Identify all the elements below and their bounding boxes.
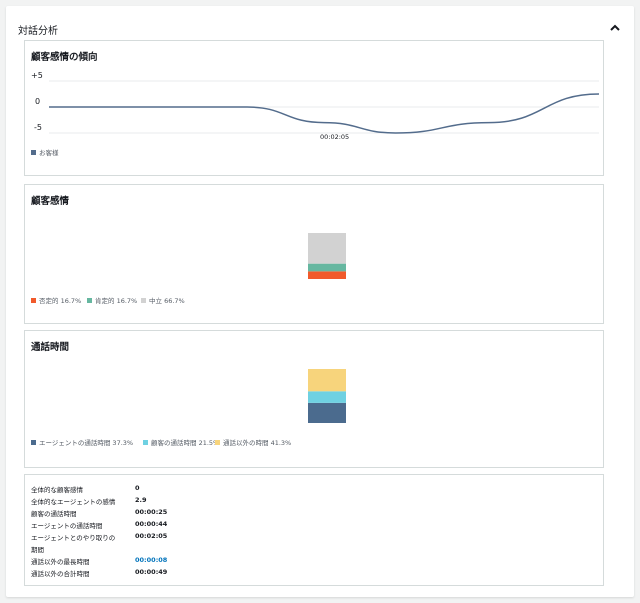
x-tick-label: 00:02:05 [320,133,350,141]
customer-sentiment-card: 顧客感情 否定的 16.7% 肯定的 16.7% 中立 66.7% [24,184,604,324]
legend-label: 通話以外の時間 41.3% [223,439,292,447]
legend-swatch [143,439,148,445]
legend-label: 肯定的 16.7% [95,297,138,305]
legend-item: エージェントの通話時間 37.3% [31,437,133,447]
legend-swatch [215,439,220,445]
summary-label: 通話以外の最長時間 [31,558,90,566]
summary-value: 2.9 [135,496,147,504]
summary-label: 顧客の通話時間 [31,510,77,518]
conversation-analysis-panel: 対話分析 顧客感情の傾向 +5 0 -5 00:02:05 お客様 顧客感情 否… [6,6,634,597]
summary-card: 全体的な顧客感情 0 全体的なエージェントの感情 2.9 顧客の通話時間 00:… [24,474,604,586]
summary-value: 00:00:44 [135,520,168,528]
bar-segment [308,263,346,272]
sentiment-trend-chart [49,80,600,134]
legend-label: 顧客の通話時間 21.5% [151,439,220,447]
legend-swatch [31,439,36,445]
summary-value: 00:00:25 [135,508,168,516]
legend-label: 中立 66.7% [149,297,185,305]
talk-time-card: 通話時間 エージェントの通話時間 37.3% 顧客の通話時間 21.5% 通話以… [24,330,604,468]
legend-item: 通話以外の時間 41.3% [215,437,291,447]
summary-label: 全体的なエージェントの感情 [31,498,116,506]
legend-swatch [31,297,36,303]
summary-label: 全体的な顧客感情 [31,486,83,494]
sentiment-trend-card: 顧客感情の傾向 +5 0 -5 00:02:05 お客様 [24,40,604,176]
summary-label: エージェントとのやり取りの [31,534,116,542]
bar-segment [308,271,346,279]
panel-header[interactable]: 対話分析 [18,18,622,38]
series-line-customer [49,93,600,134]
legend-item: お客様 [31,147,59,157]
summary-value: 0 [135,484,140,492]
legend-swatch [141,297,146,303]
summary-value: 00:02:05 [135,532,168,540]
legend-item: 否定的 16.7% [31,295,81,305]
bar-segment [308,233,346,264]
summary-label-continued: 期間 [31,546,44,554]
summary-label: 通話以外の合計時間 [31,570,90,578]
longest-non-talk-time-link[interactable]: 00:00:08 [135,556,167,564]
legend-swatch [31,149,36,155]
summary-value: 00:00:49 [135,568,168,576]
bar-segment [308,369,346,392]
legend-label: お客様 [39,149,59,157]
legend-item: 顧客の通話時間 21.5% [143,437,219,447]
legend-label: エージェントの通話時間 37.3% [39,439,134,447]
legend-swatch [87,297,92,303]
bar-segment [308,391,346,403]
legend-label: 否定的 16.7% [39,297,82,305]
summary-label: エージェントの通話時間 [31,522,103,530]
legend-item: 中立 66.7% [141,295,185,305]
chevron-up-icon[interactable] [608,21,622,35]
panel-title: 対話分析 [18,26,58,37]
bar-segment [308,402,346,423]
legend-item: 肯定的 16.7% [87,295,137,305]
